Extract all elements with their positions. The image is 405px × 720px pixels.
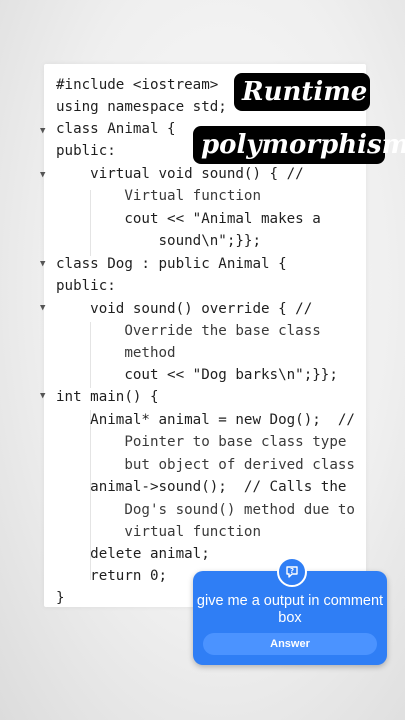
code-line-24: }	[56, 590, 65, 606]
code-line-12: Override the base class	[56, 323, 321, 339]
title-overlay-line2: polymorphism	[193, 126, 405, 164]
svg-text:?: ?	[290, 567, 294, 575]
code-line-16: Animal* animal = new Dog(); //	[56, 412, 355, 428]
code-line-5: virtual void sound() { //	[56, 166, 304, 182]
code-line-4: public:	[56, 143, 116, 159]
code-line-15: int main() {	[56, 389, 159, 405]
code-line-11: void sound() override { //	[56, 301, 313, 317]
code-line-3: class Animal {	[56, 121, 176, 137]
question-bubble-icon: ?	[277, 557, 307, 587]
code-line-2: using namespace std;	[56, 99, 227, 115]
code-line-19: animal->sound(); // Calls the	[56, 479, 347, 495]
fold-class-dog-icon[interactable]: ▼	[40, 259, 45, 269]
code-line-10: public:	[56, 278, 116, 294]
comment-prompt-card[interactable]: ? give me a output in comment box Answer	[193, 557, 387, 665]
fold-sound-override-icon[interactable]: ▼	[40, 303, 45, 313]
code-line-6: Virtual function	[56, 188, 261, 204]
answer-button[interactable]: Answer	[203, 633, 377, 655]
code-line-23: return 0;	[56, 568, 168, 584]
code-line-20: Dog's sound() method due to	[56, 502, 355, 518]
code-line-9: class Dog : public Animal {	[56, 256, 287, 272]
code-line-7: cout << "Animal makes a	[56, 211, 321, 227]
fold-virtual-sound-icon[interactable]: ▼	[40, 170, 45, 180]
title-overlay-line1: Runtime	[234, 73, 370, 111]
code-line-21: virtual function	[56, 524, 261, 540]
code-line-13: method	[56, 345, 176, 361]
code-line-8: sound\n";}};	[56, 233, 261, 249]
fold-class-animal-icon[interactable]: ▼	[40, 126, 45, 136]
code-line-17: Pointer to base class type	[56, 434, 347, 450]
code-line-22: delete animal;	[56, 546, 210, 562]
code-line-1: #include <iostream>	[56, 77, 219, 93]
code-line-14: cout << "Dog barks\n";}};	[56, 367, 338, 383]
comment-prompt-text: give me a output in comment box	[196, 593, 384, 626]
code-line-18: but object of derived class	[56, 457, 355, 473]
fold-main-icon[interactable]: ▼	[40, 391, 45, 401]
